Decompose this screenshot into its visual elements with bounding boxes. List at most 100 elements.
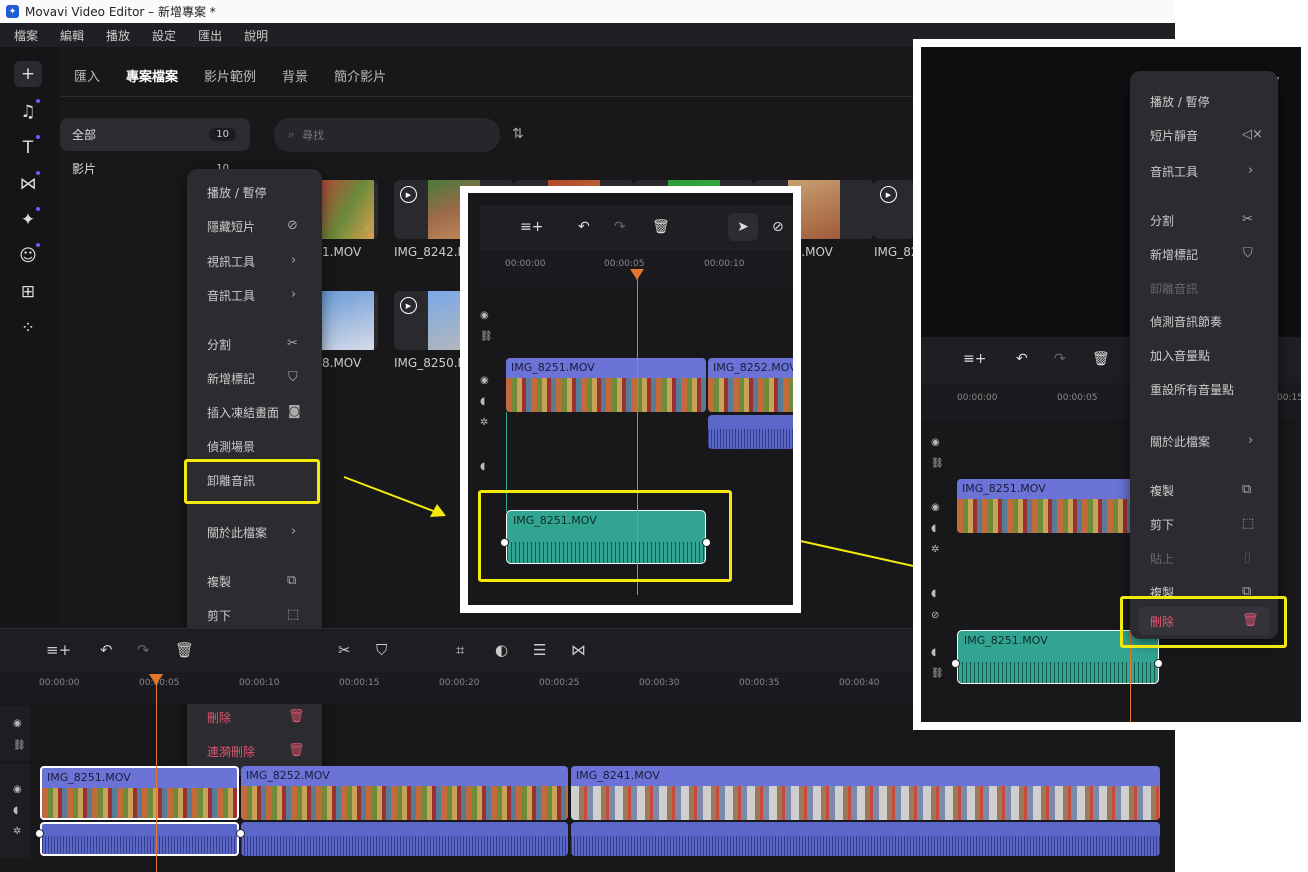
- marker-icon[interactable]: ⛉: [376, 641, 387, 659]
- audio-waveform[interactable]: [241, 822, 568, 856]
- effects-icon[interactable]: ✲: [480, 417, 488, 428]
- media-thumbnail[interactable]: ▶: [874, 180, 914, 239]
- menu-item-cut[interactable]: 剪下: [207, 607, 231, 624]
- menu-item-cut[interactable]: 剪下: [1150, 516, 1174, 533]
- menu-item-video-tools[interactable]: 視訊工具: [207, 253, 255, 270]
- menu-item-audio-tools[interactable]: 音訊工具: [1150, 163, 1198, 180]
- menu-item-about-file[interactable]: 關於此檔案: [207, 524, 267, 541]
- sort-icon[interactable]: ⇅: [512, 126, 524, 142]
- volume-handle[interactable]: [951, 659, 960, 668]
- volume-handle[interactable]: [236, 829, 245, 838]
- video-clip[interactable]: IMG_8252.MOV: [241, 766, 568, 820]
- menu-item-play-pause[interactable]: 播放 / 暫停: [1150, 93, 1210, 110]
- volume-icon[interactable]: ◖: [931, 647, 936, 658]
- link-icon[interactable]: ⛓: [931, 458, 944, 469]
- tick-label: 00:00:10: [704, 259, 745, 269]
- tab-backgrounds[interactable]: 背景: [282, 66, 308, 85]
- menu-item-copy[interactable]: 複製: [1150, 482, 1174, 499]
- audio-waveform[interactable]: [40, 822, 239, 856]
- delete-icon[interactable]: 🗑: [1092, 351, 1110, 367]
- menu-item-detect-beats[interactable]: 偵測音訊節奏: [1150, 313, 1222, 330]
- menu-item-add-marker[interactable]: 新增標記: [1150, 246, 1198, 263]
- effects-icon[interactable]: ✲: [13, 826, 21, 837]
- clip-name: IMG_8252.MOV: [713, 361, 793, 374]
- add-track-icon[interactable]: ≡+: [520, 219, 543, 235]
- menu-item-hide-clip[interactable]: 隱藏短片: [207, 218, 255, 235]
- video-clip[interactable]: IMG_8241.MOV: [571, 766, 1160, 820]
- eye-icon[interactable]: ◉: [480, 375, 489, 386]
- import-plus-icon[interactable]: +: [14, 61, 42, 87]
- crop-icon[interactable]: ⌗: [456, 641, 464, 659]
- undo-icon[interactable]: ↶: [578, 219, 590, 235]
- color-adjust-icon[interactable]: ◐: [495, 641, 508, 659]
- transitions-icon[interactable]: ⋈: [14, 171, 42, 197]
- menu-edit[interactable]: 編輯: [60, 27, 84, 44]
- tab-intro-videos[interactable]: 簡介影片: [334, 66, 386, 85]
- add-track-icon[interactable]: ≡+: [46, 641, 71, 659]
- menu-item-about-file[interactable]: 關於此檔案: [1150, 433, 1210, 450]
- media-tabs: 匯入 專案檔案 影片範例 背景 簡介影片: [74, 66, 386, 85]
- volume-handle[interactable]: [1154, 659, 1163, 668]
- menu-item-copy[interactable]: 複製: [207, 573, 231, 590]
- menu-item-split[interactable]: 分割: [207, 336, 231, 353]
- scissors-icon[interactable]: ✂: [338, 641, 351, 659]
- menu-item-add-marker[interactable]: 新增標記: [207, 370, 255, 387]
- category-all[interactable]: 全部 10: [60, 118, 250, 151]
- menu-file[interactable]: 檔案: [14, 27, 38, 44]
- volume-icon[interactable]: ◖: [931, 588, 936, 599]
- undo-icon[interactable]: ↶: [1016, 351, 1028, 367]
- audio-waveform[interactable]: [708, 415, 793, 449]
- menu-item-ripple-delete[interactable]: 連漪刪除: [207, 743, 255, 760]
- clip-properties-icon[interactable]: ☰: [533, 641, 546, 659]
- stickers-icon[interactable]: ☺: [14, 243, 42, 269]
- magnet-icon[interactable]: ⊘: [772, 219, 784, 235]
- menu-item-reset-volume-points[interactable]: 重設所有音量點: [1150, 381, 1234, 398]
- effects-icon[interactable]: ✦: [14, 207, 42, 233]
- music-icon[interactable]: ♫: [14, 99, 42, 125]
- search-input[interactable]: ⌕ 尋找: [274, 118, 500, 152]
- titles-icon[interactable]: T: [14, 135, 42, 161]
- menu-item-mute-clip[interactable]: 短片靜音: [1150, 127, 1198, 144]
- transition-icon[interactable]: ⋈: [571, 641, 586, 659]
- menu-item-split[interactable]: 分割: [1150, 212, 1174, 229]
- eye-icon[interactable]: ◉: [931, 437, 940, 448]
- tab-project-files[interactable]: 專案檔案: [126, 66, 178, 85]
- tab-video-samples[interactable]: 影片範例: [204, 66, 256, 85]
- effects-icon[interactable]: ✲: [931, 544, 939, 555]
- delete-icon[interactable]: 🗑: [652, 219, 670, 235]
- unlink-icon[interactable]: ⊘: [931, 610, 939, 621]
- undo-icon[interactable]: ↶: [100, 641, 113, 659]
- delete-icon[interactable]: 🗑: [175, 641, 194, 659]
- video-clip[interactable]: IMG_8251.MOV: [40, 766, 239, 820]
- elements-icon[interactable]: ⊞: [14, 279, 42, 305]
- add-track-icon[interactable]: ≡+: [963, 351, 986, 367]
- volume-icon[interactable]: ◖: [480, 396, 485, 407]
- volume-icon[interactable]: ◖: [480, 461, 485, 472]
- menu-item-play-pause[interactable]: 播放 / 暫停: [207, 184, 267, 201]
- volume-icon[interactable]: ◖: [931, 523, 936, 534]
- volume-icon[interactable]: ◖: [13, 805, 18, 816]
- eye-icon[interactable]: ◉: [13, 784, 22, 795]
- menu-item-audio-tools[interactable]: 音訊工具: [207, 287, 255, 304]
- link-icon[interactable]: ⛓: [13, 740, 26, 751]
- eye-icon[interactable]: ◉: [13, 718, 22, 729]
- menu-help[interactable]: 說明: [244, 27, 268, 44]
- menu-export[interactable]: 匯出: [198, 27, 222, 44]
- menu-item-add-volume-point[interactable]: 加入音量點: [1150, 347, 1210, 364]
- eye-icon[interactable]: ◉: [931, 502, 940, 513]
- video-clip[interactable]: IMG_8252.MOV: [708, 358, 793, 412]
- link-icon[interactable]: ⛓: [480, 331, 493, 342]
- video-clip[interactable]: IMG_8251.MOV: [506, 358, 706, 412]
- eye-icon[interactable]: ◉: [480, 310, 489, 321]
- menu-item-delete[interactable]: 刪除: [207, 709, 231, 726]
- link-icon[interactable]: ⛓: [931, 668, 944, 679]
- menu-item-freeze-frame[interactable]: 插入凍結畫面: [207, 404, 279, 421]
- audio-waveform[interactable]: [571, 822, 1160, 856]
- tab-import[interactable]: 匯入: [74, 66, 100, 85]
- volume-handle[interactable]: [35, 829, 44, 838]
- menu-settings[interactable]: 設定: [152, 27, 176, 44]
- menu-play[interactable]: 播放: [106, 27, 130, 44]
- more-tools-icon[interactable]: ⁘: [14, 315, 42, 341]
- menu-item-detect-scenes[interactable]: 偵測場景: [207, 438, 255, 455]
- select-tool-icon[interactable]: ➤: [728, 213, 758, 241]
